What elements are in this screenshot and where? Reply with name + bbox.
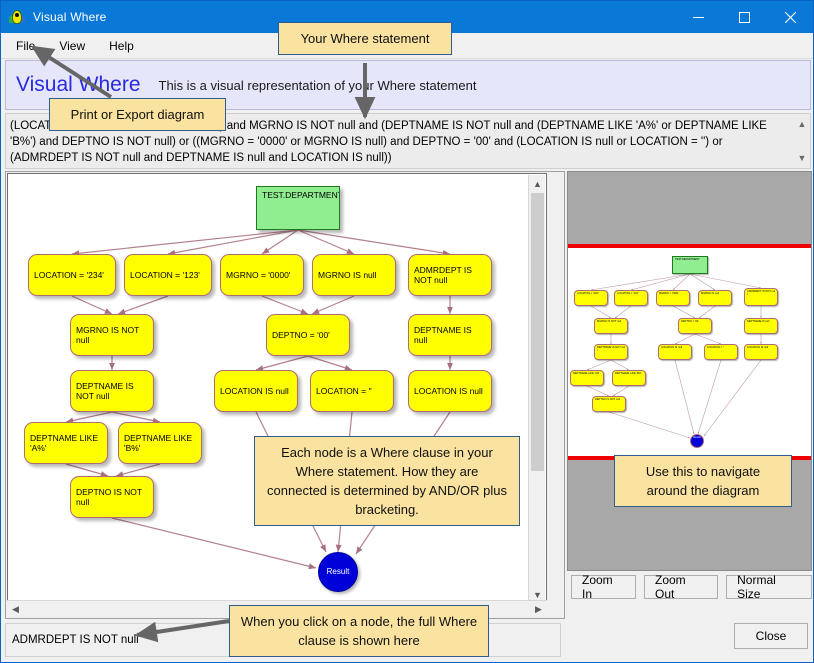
visual-where-window: Visual Where File View Help Visual Where… bbox=[0, 0, 814, 663]
callout-each-node: Each node is a Where clause in your Wher… bbox=[254, 436, 520, 526]
callout-print-export-text: Print or Export diagram bbox=[70, 107, 205, 122]
callout-navigate: Use this to navigate around the diagram bbox=[614, 455, 792, 507]
callout-each-node-text: Each node is a Where clause in your Wher… bbox=[267, 445, 507, 517]
callout-print-export: Print or Export diagram bbox=[49, 98, 226, 131]
callout-click-node-text: When you click on a node, the full Where… bbox=[240, 614, 478, 648]
callout-your-where-statement-text: Your Where statement bbox=[300, 31, 430, 46]
callout-click-node: When you click on a node, the full Where… bbox=[229, 605, 489, 657]
callout-your-where-statement: Your Where statement bbox=[278, 22, 452, 55]
callout-navigate-text: Use this to navigate around the diagram bbox=[645, 464, 761, 498]
